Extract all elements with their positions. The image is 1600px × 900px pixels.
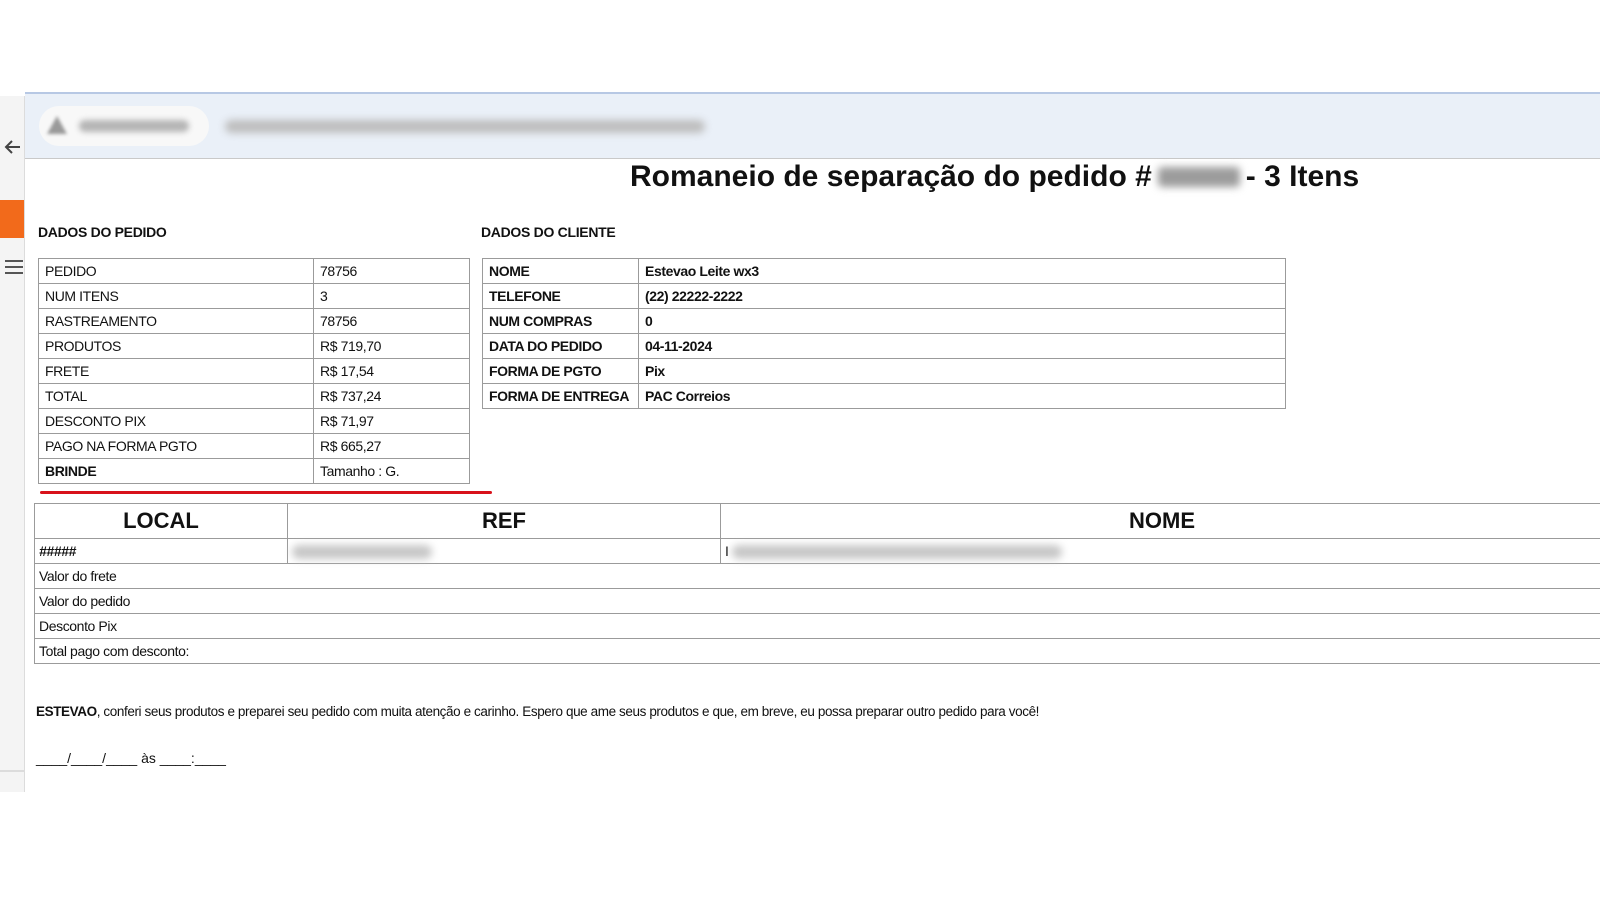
rail-bottom-edge: [0, 770, 24, 772]
back-arrow-icon[interactable]: [2, 136, 24, 158]
table-row: NUM COMPRAS 0: [482, 308, 1286, 334]
cliente-table: NOME Estevao Leite wx3 TELEFONE (22) 222…: [482, 258, 1286, 409]
table-row: DATA DO PEDIDO 04-11-2024: [482, 333, 1286, 359]
title-prefix: Romaneio de separação do pedido #: [630, 160, 1152, 193]
pedido-value: 78756: [313, 308, 470, 334]
brinde-key: BRINDE: [38, 458, 314, 484]
table-row: FORMA DE PGTO Pix: [482, 358, 1286, 384]
cliente-key: DATA DO PEDIDO: [482, 333, 639, 359]
item-ref: [287, 538, 721, 564]
brinde-value: Tamanho : G.: [313, 458, 470, 484]
cliente-value: 0: [638, 308, 1286, 334]
table-row: DESCONTO PIX R$ 71,97: [38, 408, 470, 434]
table-row: BRINDE Tamanho : G.: [38, 458, 470, 484]
table-row: PEDIDO 78756: [38, 258, 470, 284]
summary-frete: Valor do frete: [34, 563, 1600, 589]
pedido-key: RASTREAMENTO: [38, 308, 314, 334]
thank-you-message: ESTEVAO, conferi seus produtos e prepare…: [36, 704, 1039, 719]
title-suffix: - 3 Itens: [1245, 160, 1360, 193]
cliente-value: Pix: [638, 358, 1286, 384]
table-row: TOTAL R$ 737,24: [38, 383, 470, 409]
cliente-key: TELEFONE: [482, 283, 639, 309]
table-row: Total pago com desconto:: [34, 638, 1600, 664]
blurred-product-name: [732, 545, 1062, 560]
blurred-account-name: [79, 120, 189, 132]
pedido-value: 78756: [313, 258, 470, 284]
cliente-value: PAC Correios: [638, 383, 1286, 409]
blurred-ref: [292, 545, 432, 560]
table-row: PAGO NA FORMA PGTO R$ 665,27: [38, 433, 470, 459]
pedido-key: DESCONTO PIX: [38, 408, 314, 434]
pedido-section-label: DADOS DO PEDIDO: [38, 224, 167, 240]
table-row: TELEFONE (22) 22222-2222: [482, 283, 1286, 309]
blurred-order-number: [1157, 167, 1240, 187]
pedido-value: 3: [313, 283, 470, 309]
cliente-key: FORMA DE PGTO: [482, 358, 639, 384]
pedido-value: R$ 737,24: [313, 383, 470, 409]
header-bar: [25, 92, 1600, 159]
account-pill[interactable]: [39, 106, 209, 146]
table-row: NOME Estevao Leite wx3: [482, 258, 1286, 284]
cliente-value: (22) 22222-2222: [638, 283, 1286, 309]
column-header-nome: NOME: [720, 503, 1600, 539]
table-row: NUM ITENS 3: [38, 283, 470, 309]
logo-icon: [47, 116, 67, 134]
table-row: FORMA DE ENTREGA PAC Correios: [482, 383, 1286, 409]
pedido-key: PRODUTOS: [38, 333, 314, 359]
pedido-table: PEDIDO 78756 NUM ITENS 3 RASTREAMENTO 78…: [38, 258, 470, 484]
table-row: ##### I: [34, 538, 1600, 564]
customer-first-name: ESTEVAO: [36, 704, 97, 719]
page-root: Romaneio de separação do pedido # - 3 It…: [0, 0, 1600, 900]
table-row: PRODUTOS R$ 719,70: [38, 333, 470, 359]
table-row: Valor do pedido: [34, 588, 1600, 614]
brinde-highlight-underline: [40, 491, 492, 494]
pedido-value: R$ 71,97: [313, 408, 470, 434]
cliente-value: Estevao Leite wx3: [638, 258, 1286, 284]
cliente-value: 04-11-2024: [638, 333, 1286, 359]
table-row: RASTREAMENTO 78756: [38, 308, 470, 334]
message-text: , conferi seus produtos e preparei seu p…: [96, 704, 1040, 719]
side-rail: [0, 96, 25, 792]
table-row: FRETE R$ 17,54: [38, 358, 470, 384]
pedido-value: R$ 719,70: [313, 333, 470, 359]
summary-total: Total pago com desconto:: [34, 638, 1600, 664]
pedido-key: PEDIDO: [38, 258, 314, 284]
column-header-ref: REF: [287, 503, 721, 539]
summary-desconto: Desconto Pix: [34, 613, 1600, 639]
column-header-local: LOCAL: [34, 503, 288, 539]
date-time-line: ____/____/____ às ____:____: [36, 750, 226, 766]
table-row: Valor do frete: [34, 563, 1600, 589]
page-title: Romaneio de separação do pedido # - 3 It…: [630, 160, 1359, 194]
pedido-key: NUM ITENS: [38, 283, 314, 309]
cliente-key: FORMA DE ENTREGA: [482, 383, 639, 409]
cliente-key: NOME: [482, 258, 639, 284]
cliente-section-label: DADOS DO CLIENTE: [481, 224, 616, 240]
cliente-key: NUM COMPRAS: [482, 308, 639, 334]
blurred-url: [225, 120, 705, 133]
menu-icon[interactable]: [5, 256, 23, 276]
pedido-key: PAGO NA FORMA PGTO: [38, 433, 314, 459]
pedido-key: TOTAL: [38, 383, 314, 409]
item-nome: I: [720, 538, 1600, 564]
item-nome-prefix: I: [725, 542, 729, 559]
table-row: Desconto Pix: [34, 613, 1600, 639]
pedido-value: R$ 665,27: [313, 433, 470, 459]
summary-pedido: Valor do pedido: [34, 588, 1600, 614]
item-local: #####: [34, 538, 288, 564]
active-indicator: [0, 200, 24, 238]
pedido-key: FRETE: [38, 358, 314, 384]
items-table: LOCAL REF NOME ##### I Valor do frete Va…: [34, 503, 1600, 664]
items-header-row: LOCAL REF NOME: [34, 503, 1600, 539]
pedido-value: R$ 17,54: [313, 358, 470, 384]
